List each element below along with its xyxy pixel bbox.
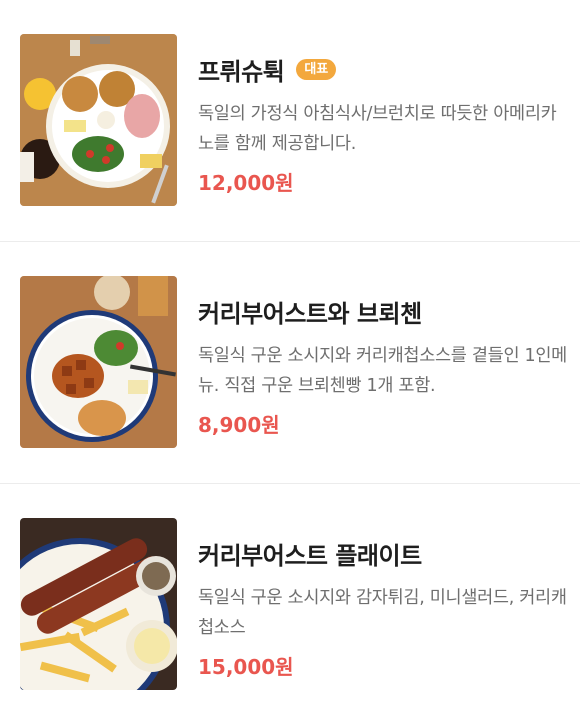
menu-item-description: 독일식 구운 소시지와 커리캐첩소스를 곁들인 1인메뉴. 직접 구운 브뢰첸빵… (198, 346, 567, 396)
menu-item-title[interactable]: 커리부어스트와 브뢰첸 (198, 294, 422, 329)
divider (0, 241, 580, 242)
menu-item-price: 8,900원 (198, 413, 280, 437)
signature-badge: 대표 (296, 59, 337, 80)
menu-item-currywurst-plate[interactable]: 커리부어스트 플래이트 독일식 구운 소시지와 감자튀김, 미니샐러드, 커리캐… (0, 518, 580, 690)
menu-item-image[interactable] (20, 34, 177, 206)
menu-item-description: 독일식 구운 소시지와 감자튀김, 미니샐러드, 커리캐첩소스 (198, 588, 567, 638)
menu-item-title[interactable]: 커리부어스트 플래이트 (198, 536, 422, 571)
menu-item-fruhstuck[interactable]: 프뤼슈튁 대표 독일의 가정식 아침식사/브런치로 따듯한 아메리카노를 함께 … (0, 34, 580, 206)
currywurst-fries-photo (20, 518, 177, 690)
menu-item-image[interactable] (20, 518, 177, 690)
menu-item-title[interactable]: 프뤼슈튁 (198, 52, 285, 87)
breakfast-plate-photo (20, 34, 177, 206)
currywurst-bread-photo (20, 276, 177, 448)
menu-item-price: 12,000원 (198, 171, 294, 195)
menu-item-currywurst-brotchen[interactable]: 커리부어스트와 브뢰첸 독일식 구운 소시지와 커리캐첩소스를 곁들인 1인메뉴… (0, 276, 580, 448)
divider (0, 483, 580, 484)
menu-item-description: 독일의 가정식 아침식사/브런치로 따듯한 아메리카노를 함께 제공합니다. (198, 104, 557, 154)
menu-item-price: 15,000원 (198, 655, 294, 679)
menu-item-image[interactable] (20, 276, 177, 448)
